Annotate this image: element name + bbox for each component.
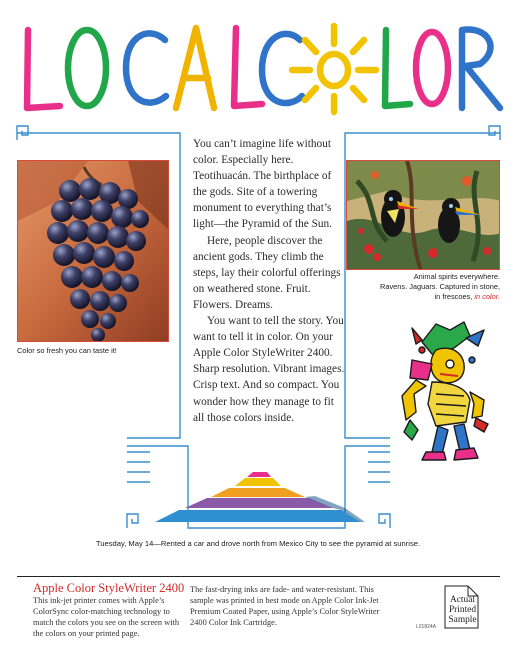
aztec-figure-illustration — [401, 321, 489, 461]
footer-divider — [17, 576, 500, 577]
badge-line-2: Printed — [448, 605, 477, 616]
badge-line-1: Actual — [450, 595, 475, 605]
product-description-left: This ink-jet printer comes with Apple’s … — [33, 596, 180, 638]
toucans-caption-line1: Animal spirits everywhere. — [413, 272, 500, 281]
body-paragraph: Here, people discover the ancient gods. … — [193, 234, 341, 311]
toucans-fresco-image — [346, 160, 500, 270]
product-description-right: The fast-drying inks are fade- and water… — [190, 585, 380, 627]
document-code: L01824A — [416, 624, 437, 630]
product-name: Apple Color StyleWriter 2400 — [33, 581, 185, 595]
toucans-caption-line3: in frescoes, — [434, 292, 473, 301]
toucans-caption-line2: Ravens. Jaguars. Captured in stone, — [380, 282, 500, 291]
toucans-caption-highlight: in color. — [474, 292, 500, 301]
body-paragraph: You want to tell the story. You want to … — [193, 315, 345, 424]
date-caption: Tuesday, May 14—Rented a car and drove n… — [95, 539, 421, 548]
pyramid-of-the-sun-illustration — [155, 472, 365, 522]
body-paragraph: You can’t imagine life without color. Es… — [193, 138, 333, 231]
grapes-caption: Color so fresh you can taste it! — [17, 346, 117, 355]
body-copy: You can’t imagine life without color. Es… — [193, 136, 345, 426]
toucans-caption: Animal spirits everywhere. Ravens. Jagua… — [346, 272, 500, 302]
actual-printed-sample-label: Actual Printed Sample — [441, 595, 484, 626]
badge-line-3: Sample — [448, 615, 477, 626]
grapes-photo — [17, 160, 169, 342]
